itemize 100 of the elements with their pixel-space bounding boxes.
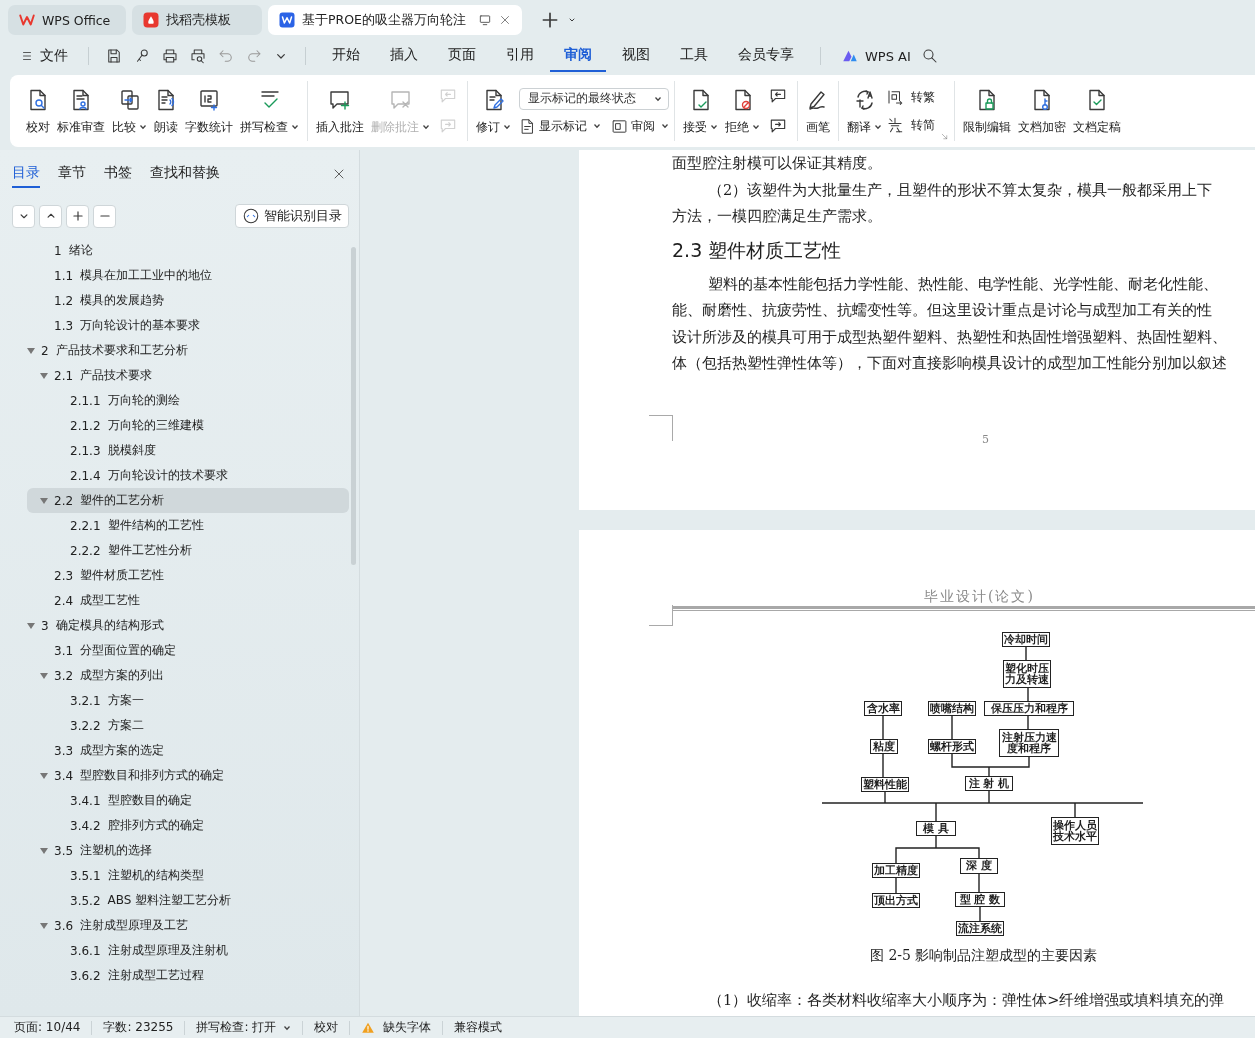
panel-tab[interactable]: 目录 (12, 160, 40, 188)
diagram-node: 流注系统 (956, 921, 1004, 936)
show-markup-icon (519, 117, 536, 135)
panel-tab[interactable]: 书签 (104, 160, 132, 188)
ai-button[interactable]: WPS AI (833, 43, 919, 69)
toc-item[interactable]: 3.4.1 型腔数目的确定 (27, 788, 349, 813)
toolbar-button[interactable]: 校对 (23, 85, 53, 137)
diagram-node: 喷嘴结构 (928, 701, 976, 716)
toc-item[interactable]: 3.6 注射成型原理及工艺 (27, 913, 349, 938)
ribbon-tab[interactable]: 会员专享 (724, 40, 808, 72)
toolbar-button[interactable]: 拒绝 (722, 85, 763, 137)
file-menu[interactable]: 文件 (12, 43, 76, 69)
toc-item[interactable]: 2.4 成型工艺性 (27, 588, 349, 613)
toc-item[interactable]: 1.3 万向轮设计的基本要求 (27, 313, 349, 338)
redo-icon[interactable] (245, 47, 263, 65)
ribbon-tab[interactable]: 插入 (376, 40, 432, 72)
toolbar-button[interactable]: 修订 (473, 85, 514, 137)
toolbar-button[interactable]: 标准审查 (54, 85, 108, 137)
toc-item[interactable]: 3.2 成型方案的列出 (27, 663, 349, 688)
toolbar-button[interactable]: 审阅 (611, 117, 669, 135)
ribbon-tab[interactable]: 审阅 (550, 40, 606, 72)
expand-arrow-icon[interactable] (40, 921, 48, 930)
toc-item[interactable]: 2.1.1 万向轮的测绘 (27, 388, 349, 413)
remove-button[interactable] (93, 204, 116, 228)
diagram-node: 塑料性能 (861, 777, 909, 792)
markup-mode-dropdown[interactable]: 显示标记的最终状态 (519, 87, 669, 110)
expand-arrow-icon[interactable] (40, 771, 48, 780)
toc-item[interactable]: 3.5 注塑机的选择 (27, 838, 349, 863)
add-button[interactable] (66, 204, 89, 228)
panel-tab[interactable]: 查找和替换 (150, 160, 220, 188)
window-tab[interactable]: WPS Office (8, 5, 126, 35)
toolbar-button[interactable]: 转简 (886, 116, 935, 134)
toolbar-button[interactable]: 转繁 (886, 88, 935, 106)
toc-item[interactable]: 2.1 产品技术要求 (27, 363, 349, 388)
window-tab[interactable]: 基于PROE的吸尘器万向轮注 (268, 5, 522, 35)
expand-arrow-icon[interactable] (40, 671, 48, 680)
toc-item[interactable]: 2.2 塑件的工艺分析 (27, 488, 349, 513)
ribbon-tab[interactable]: 页面 (434, 40, 490, 72)
toolbar-button[interactable]: 文档加密 (1015, 85, 1069, 137)
toc-item[interactable]: 3.6.1 注射成型原理及注射机 (27, 938, 349, 963)
window-tab[interactable]: 找稻壳模板 (132, 5, 262, 35)
expand-arrow-icon[interactable] (40, 846, 48, 855)
toc-item[interactable]: 3.4 型腔数目和排列方式的确定 (27, 763, 349, 788)
expand-arrow-icon[interactable] (40, 371, 48, 380)
dialog-launcher-icon[interactable] (940, 132, 949, 141)
toc-item[interactable]: 1 绪论 (27, 238, 349, 263)
status-dropdown[interactable]: 拼写检查: 打开 (185, 1020, 304, 1035)
toolbar-button[interactable]: 字数统计 (182, 85, 236, 137)
search-icon[interactable] (920, 47, 939, 65)
print-icon[interactable] (161, 47, 179, 65)
toolbar-button[interactable]: 文档定稿 (1070, 85, 1124, 137)
toc-item[interactable]: 3.6.2 注射成型工艺过程 (27, 963, 349, 988)
ribbon-tab[interactable]: 引用 (492, 40, 548, 72)
toolbar-button[interactable]: 朗读 (151, 85, 181, 137)
status-warning[interactable]: 缺失字体 (350, 1020, 444, 1035)
expand-arrow-icon[interactable] (27, 346, 35, 355)
expand-arrow-icon[interactable] (27, 621, 35, 630)
toc-item[interactable]: 3.2.2 方案二 (27, 713, 349, 738)
save-icon[interactable] (105, 47, 123, 65)
toc-item[interactable]: 3.5.2 ABS 塑料注塑工艺分析 (27, 888, 349, 913)
monitor-icon[interactable] (477, 13, 492, 27)
diagram-node: 粘度 (870, 739, 898, 754)
toc-item[interactable]: 1.2 模具的发展趋势 (27, 288, 349, 313)
expand-button[interactable] (39, 204, 62, 228)
toc-item[interactable]: 3.2.1 方案一 (27, 688, 349, 713)
toc-item[interactable]: 1.1 模具在加工工业中的地位 (27, 263, 349, 288)
toolbar-button[interactable]: 接受 (680, 85, 721, 137)
toolbar-button[interactable]: 比较 (109, 85, 150, 137)
ribbon-tab[interactable]: 工具 (666, 40, 722, 72)
panel-tab[interactable]: 章节 (58, 160, 86, 188)
smart-toc-button[interactable]: 智能识别目录 (235, 204, 349, 228)
diagram-node: 型 腔 数 (955, 892, 1005, 907)
collapse-button[interactable] (12, 204, 35, 228)
toolbar-button[interactable]: 显示标记 (519, 117, 601, 135)
toolbar-button[interactable]: 拼写检查 (237, 85, 302, 137)
toc-item[interactable]: 2 产品技术要求和工艺分析 (27, 338, 349, 363)
ribbon-tab[interactable]: 开始 (318, 40, 374, 72)
body-text: （1）收缩率：各类材料收缩率大小顺序为：弹性体>纤维增强或填料填充的弹 (707, 991, 1226, 1010)
expand-arrow-icon[interactable] (40, 496, 48, 505)
toc-item[interactable]: 3 确定模具的结构形式 (27, 613, 349, 638)
toc-item[interactable]: 3.5.1 注塑机的结构类型 (27, 863, 349, 888)
toc-item[interactable]: 2.3 塑件材质工艺性 (27, 563, 349, 588)
toolbar-button[interactable]: 插入批注 (313, 85, 367, 137)
toc-item[interactable]: 2.1.4 万向轮设计的技术要求 (27, 463, 349, 488)
connector-line (884, 791, 886, 804)
toc-item[interactable]: 2.2.1 塑件结构的工艺性 (27, 513, 349, 538)
toc-item[interactable]: 3.1 分型面位置的确定 (27, 638, 349, 663)
ribbon-tab[interactable]: 视图 (608, 40, 664, 72)
toc-item[interactable]: 3.4.2 腔排列方式的确定 (27, 813, 349, 838)
undo-icon[interactable] (217, 47, 235, 65)
toc-item[interactable]: 2.1.2 万向轮的三维建模 (27, 413, 349, 438)
toc-item[interactable]: 3.3 成型方案的选定 (27, 738, 349, 763)
print-preview-icon[interactable] (189, 47, 207, 65)
toolbar-button[interactable]: 翻译 (844, 85, 885, 137)
toc-item[interactable]: 2.2.2 塑件工艺性分析 (27, 538, 349, 563)
toolbar-button[interactable]: 限制编辑 (960, 85, 1014, 137)
scrollbar[interactable] (351, 247, 356, 565)
connector-line (979, 905, 981, 922)
toc-item[interactable]: 2.1.3 脱模斜度 (27, 438, 349, 463)
toolbar-button[interactable]: 画笔 (803, 85, 833, 137)
